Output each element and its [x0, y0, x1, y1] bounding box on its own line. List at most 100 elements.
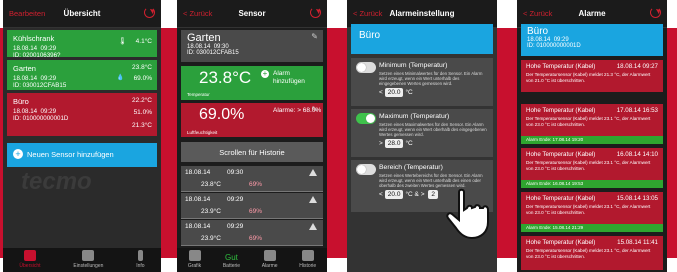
plus-icon: + — [13, 149, 23, 159]
option-title: Bereich (Temperatur) — [379, 164, 443, 171]
pencil-icon[interactable]: ✎ — [311, 32, 318, 41]
phone-overview: Bearbeiten Übersicht tecmo Kühlschrank 1… — [3, 0, 161, 272]
warning-icon — [309, 223, 317, 230]
scroll-history-label: Scrollen für Historie — [219, 148, 285, 157]
maximum-toggle[interactable] — [356, 113, 376, 124]
scroll-history-button[interactable]: Scrollen für Historie — [181, 142, 323, 162]
tab-battery[interactable]: Gut Batterie — [223, 253, 240, 269]
alarm-date: 16.08.14 — [616, 151, 641, 158]
alarm-title: Hohe Temperatur (Kabel) — [526, 239, 596, 246]
watermark: tecmo — [21, 168, 92, 195]
alarm-text: Der Temperatursensor (Kabel) meldet 23.1… — [526, 204, 651, 215]
history-temperature: 23.8°C — [201, 181, 221, 188]
temperature-panel[interactable]: 23.8°C Temperatur + Alarm hinzufügen — [181, 66, 323, 100]
humidity-value: 69.0% — [133, 75, 152, 82]
tab-label: Alarme — [261, 263, 278, 269]
warning-icon — [309, 169, 317, 176]
history-temperature: 23.9°C — [201, 235, 221, 242]
range-low-field[interactable]: 20.0 — [384, 190, 404, 199]
option-title: Maximum (Temperatur) — [379, 113, 450, 120]
screenshot-collage: Bearbeiten Übersicht tecmo Kühlschrank 1… — [0, 0, 677, 272]
chart-icon — [188, 250, 201, 261]
refresh-icon[interactable] — [144, 7, 155, 18]
alarm-item[interactable]: Hohe Temperatur (Kabel) 18.08.14 09:27 De… — [521, 60, 663, 92]
humidity-label: Luftfeuchtigkeit — [187, 130, 218, 135]
option-minimum: Minimum (Temperatur) Setzen eines Minima… — [351, 58, 493, 106]
tab-label: Grafik — [187, 263, 202, 269]
tab-overview[interactable]: Übersicht — [19, 250, 41, 269]
tab-history[interactable]: Historie — [299, 250, 316, 269]
alarm-time: 09:27 — [642, 63, 658, 70]
tab-bar: Grafik Gut Batterie Alarme Historie — [177, 248, 327, 272]
edit-button[interactable]: Bearbeiten — [3, 9, 45, 18]
sensor-item-buero[interactable]: Büro 18.08.14 09:29 ID: 010000000001D 22… — [7, 93, 157, 136]
sensor-item-garten[interactable]: Garten 18.08.14 09:29 ID: 030012CFAB15 2… — [7, 60, 157, 90]
tab-bar: Übersicht Einstellungen Info — [3, 248, 161, 272]
alarm-title: Hohe Temperatur (Kabel) — [526, 63, 596, 70]
droplet-icon: 💧 — [116, 75, 124, 81]
temperature-label: Temperatur — [187, 92, 210, 97]
comparison-sign: < — [379, 191, 383, 198]
megaphone-icon — [263, 250, 276, 261]
back-button[interactable]: < Zurück — [177, 9, 212, 18]
sensor-item-kuehlschrank[interactable]: Kühlschrank 18.08.14 09:29 ID: 020010639… — [7, 30, 157, 59]
back-button[interactable]: < Zurück — [347, 9, 382, 18]
history-date: 18.08.14 — [185, 169, 211, 176]
alarm-end-label: Alarm Ende: 15.08.14 21:29 — [521, 224, 663, 232]
tab-alarms[interactable]: Alarme — [262, 250, 278, 269]
history-time: 09:29 — [227, 196, 244, 203]
phone-alarms: < Zurück Alarme Büro 18.08.14 09:29 ID: … — [517, 0, 667, 272]
tab-settings[interactable]: Einstellungen — [73, 250, 103, 269]
range-high-field[interactable]: 2 — [428, 190, 438, 199]
temperature-value: 4.1°C — [135, 38, 152, 45]
alarm-title: Hohe Temperatur (Kabel) — [526, 107, 596, 114]
alarm-item[interactable]: Hohe Temperatur (Kabel) 15.08.14 13:05 De… — [521, 192, 663, 232]
sensor-header: Büro 18.08.14 09:29 ID: 010000000001D — [521, 24, 663, 56]
alarm-end-label: Alarm Ende: 16.08.14 19:53 — [521, 180, 663, 188]
alarm-date: 15.08.14 — [617, 239, 642, 246]
unit-label: °C — [405, 140, 413, 147]
cable-temperature-value: 21.3°C — [132, 122, 152, 129]
alarm-item[interactable]: Hohe Temperatur (Kabel) 15.08.14 11:41 De… — [521, 236, 663, 270]
sensor-name: Garten — [13, 64, 36, 73]
history-humidity: 69% — [249, 208, 263, 215]
sensor-name: Büro — [527, 26, 549, 37]
sensor-id: ID: 010000000001D — [13, 115, 69, 122]
humidity-panel[interactable]: 69.0% Luftfeuchtigkeit Alarme: > 68.0% ✎ — [181, 103, 323, 137]
bar-chart-icon — [301, 250, 314, 261]
history-row: 18.08.14 09:29 23.9°C 69% — [181, 193, 323, 219]
minimum-toggle[interactable] — [356, 62, 376, 73]
history-time: 09:30 — [227, 169, 244, 176]
refresh-icon[interactable] — [310, 7, 321, 18]
alarm-title: Hohe Temperatur (Kabel) — [526, 195, 596, 202]
comparison-sign: > — [379, 140, 383, 147]
range-toggle[interactable] — [356, 164, 376, 175]
add-sensor-label: Neuen Sensor hinzufügen — [27, 150, 114, 159]
humidity-value: 51.0% — [133, 109, 152, 116]
maximum-value-field[interactable]: 28.0 — [384, 139, 404, 148]
alarm-item[interactable]: Hohe Temperatur (Kabel) 16.08.14 14:10 De… — [521, 148, 663, 188]
temperature-value: 22.2°C — [132, 97, 152, 104]
history-humidity: 69% — [249, 181, 263, 188]
history-date: 18.08.14 — [185, 196, 211, 203]
tab-info[interactable]: Info — [136, 250, 145, 269]
alarm-text: Der Temperatursensor (Kabel) meldet 23.1… — [526, 248, 651, 259]
back-button[interactable]: < Zurück — [517, 9, 552, 18]
sensor-date: 18.08.14 — [13, 108, 38, 115]
history-time: 09:29 — [227, 223, 244, 230]
minimum-value-field[interactable]: 20.0 — [384, 88, 404, 97]
alarm-item[interactable]: Hohe Temperatur (Kabel) 17.08.14 16:53 De… — [521, 104, 663, 144]
option-description: Setzen eines Minimalwertes für den Senso… — [379, 71, 483, 86]
alarm-date: 18.08.14 — [616, 63, 641, 70]
pencil-icon[interactable]: ✎ — [311, 105, 318, 114]
battery-status: Gut — [224, 253, 238, 262]
refresh-icon[interactable] — [650, 7, 661, 18]
add-alarm-button[interactable]: Alarm hinzufügen — [273, 70, 323, 86]
add-sensor-button[interactable]: + Neuen Sensor hinzufügen — [7, 143, 157, 167]
alarm-time: 11:41 — [642, 239, 658, 246]
alarm-date: 15.08.14 — [616, 195, 641, 202]
tab-label: Übersicht — [19, 263, 41, 269]
history-date: 18.08.14 — [185, 223, 211, 230]
alarm-end-label: Alarm Ende: 17.08.14 19:20 — [521, 136, 663, 144]
tab-graph[interactable]: Grafik — [188, 250, 201, 269]
